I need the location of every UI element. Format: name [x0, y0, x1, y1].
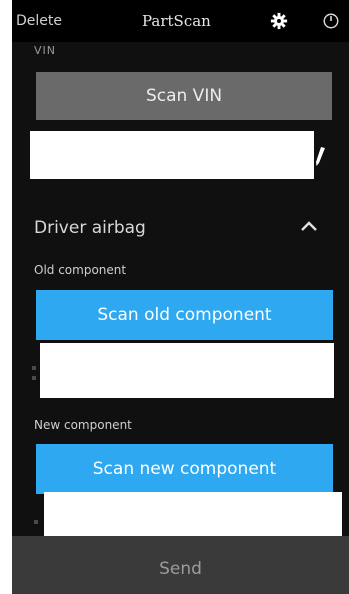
- old-component-label: Old component: [34, 263, 127, 277]
- vin-section-label: VIN: [34, 44, 56, 57]
- scan-old-component-button[interactable]: Scan old component: [36, 290, 333, 340]
- pencil-icon[interactable]: [312, 145, 330, 167]
- app-title: PartScan: [142, 12, 211, 30]
- field-marker: [32, 376, 36, 380]
- scan-new-component-button[interactable]: Scan new component: [36, 444, 333, 494]
- send-button[interactable]: Send: [12, 536, 349, 594]
- section-title-driver-airbag[interactable]: Driver airbag: [34, 218, 146, 238]
- vin-field[interactable]: [30, 131, 314, 179]
- chevron-up-icon[interactable]: [300, 219, 318, 233]
- old-component-field[interactable]: [40, 343, 334, 398]
- new-component-label: New component: [34, 418, 132, 432]
- gear-icon[interactable]: [270, 12, 288, 30]
- power-icon[interactable]: [322, 12, 340, 30]
- scan-vin-button[interactable]: Scan VIN: [36, 72, 332, 120]
- delete-button[interactable]: Delete: [16, 13, 62, 29]
- field-marker: [34, 520, 38, 524]
- field-marker: [32, 366, 36, 370]
- scan-vin-label: Scan VIN: [145, 86, 223, 106]
- scan-new-component-label: Scan new component: [92, 459, 277, 479]
- send-label: Send: [159, 559, 202, 579]
- top-bar: Delete PartScan: [12, 0, 349, 42]
- app-screen: Delete PartScan VIN Scan VIN Driver airb…: [12, 0, 349, 594]
- scan-old-component-label: Scan old component: [97, 305, 272, 325]
